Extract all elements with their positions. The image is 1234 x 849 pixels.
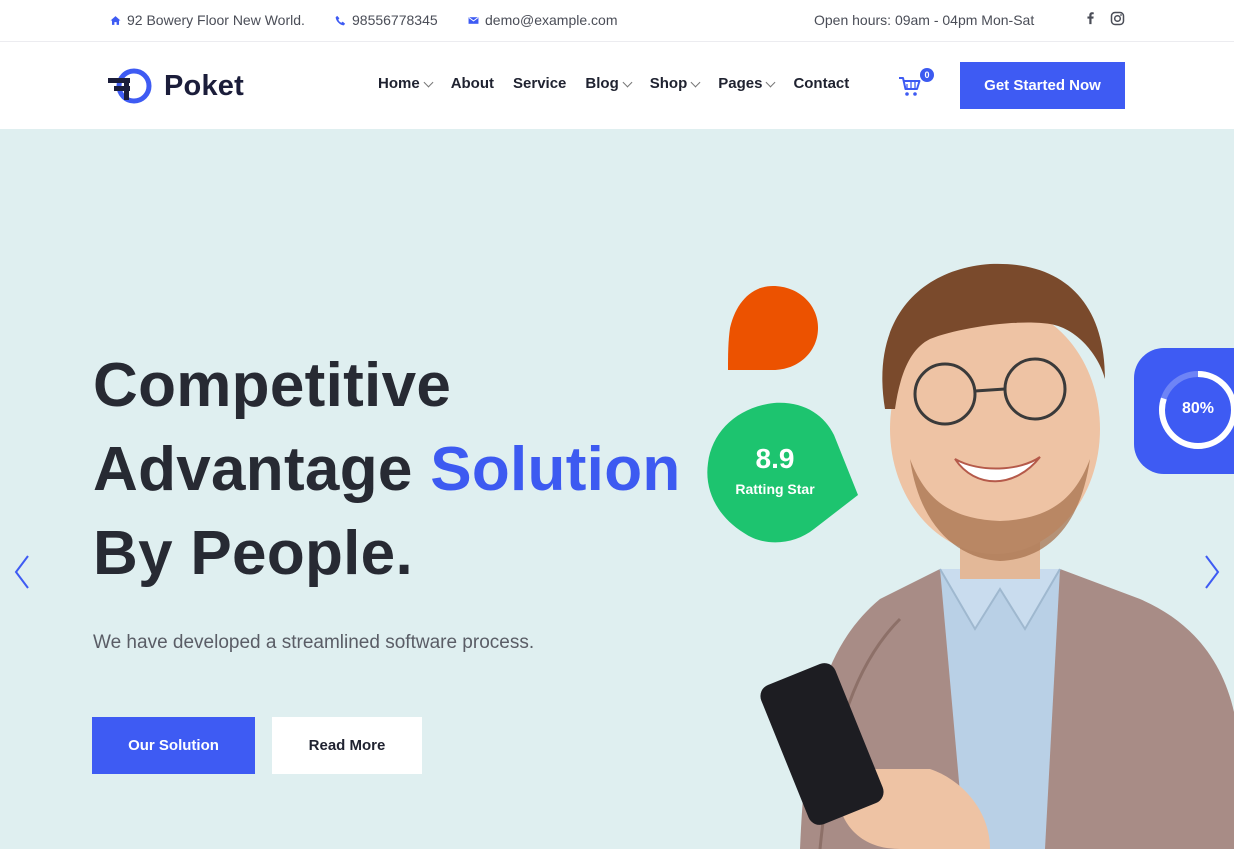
cart-icon <box>899 77 921 96</box>
logo-mark-icon <box>108 68 152 104</box>
cart-button[interactable]: 0 <box>898 68 934 100</box>
email-text[interactable]: demo@example.com <box>485 12 618 28</box>
address-item: 92 Bowery Floor New World. <box>110 12 305 28</box>
chevron-down-icon <box>423 77 434 87</box>
our-solution-button[interactable]: Our Solution <box>92 717 255 774</box>
nav-about[interactable]: About <box>451 75 494 92</box>
email-item[interactable]: demo@example.com <box>468 12 618 28</box>
read-more-button[interactable]: Read More <box>272 717 422 774</box>
get-started-button[interactable]: Get Started Now <box>960 62 1125 109</box>
opening-hours: Open hours: 09am - 04pm Mon-Sat <box>814 12 1034 28</box>
chevron-down-icon <box>690 77 701 87</box>
nav-service-label: Service <box>513 75 567 92</box>
hero-title: Competitive Advantage Solution By People… <box>93 344 681 596</box>
main-header: Poket Home About Service Blog Shop Pages… <box>0 42 1234 129</box>
home-icon <box>110 15 121 25</box>
mail-icon <box>468 16 479 24</box>
nav-pages[interactable]: Pages <box>718 75 776 92</box>
hours-text: Open hours: 09am - 04pm Mon-Sat <box>814 12 1035 28</box>
main-nav: Home About Service Blog Shop Pages Conta… <box>378 75 868 92</box>
nav-pages-label: Pages <box>718 75 763 92</box>
facebook-icon[interactable] <box>1086 11 1095 26</box>
nav-home-label: Home <box>378 75 420 92</box>
orange-blob-decoration <box>728 286 818 370</box>
rating-label: Ratting Star <box>735 481 815 497</box>
slider-prev-arrow-icon[interactable] <box>12 552 34 592</box>
nav-contact-label: Contact <box>793 75 850 92</box>
address-text: 92 Bowery Floor New World. <box>127 12 305 28</box>
phone-text[interactable]: 98556778345 <box>352 12 438 28</box>
top-info-bar: 92 Bowery Floor New World. 98556778345 d… <box>0 0 1234 42</box>
slider-next-arrow-icon[interactable] <box>1200 552 1222 592</box>
cart-count-badge: 0 <box>920 68 934 82</box>
progress-percent: 80% <box>1181 400 1215 417</box>
nav-shop-label: Shop <box>649 75 688 92</box>
hero-section: 8.9 Ratting Star 80% Competitive Advanta… <box>0 129 1234 849</box>
nav-service[interactable]: Service <box>513 75 566 92</box>
nav-home[interactable]: Home <box>378 75 434 92</box>
nav-contact[interactable]: Contact <box>793 75 849 92</box>
brand-logo[interactable]: Poket <box>108 66 244 106</box>
chevron-down-icon <box>765 77 776 87</box>
instagram-icon[interactable] <box>1110 11 1125 26</box>
hero-subtitle: We have developed a streamlined software… <box>93 632 535 653</box>
phone-icon <box>335 15 346 25</box>
nav-shop[interactable]: Shop <box>649 75 701 92</box>
hero-title-line2-prefix: Advantage <box>93 435 431 504</box>
rating-badge: 8.9 Ratting Star <box>704 401 860 545</box>
chevron-down-icon <box>622 77 633 87</box>
hero-title-line3: By People. <box>93 519 413 588</box>
nav-blog[interactable]: Blog <box>585 75 633 92</box>
progress-card: 80% <box>1134 348 1234 474</box>
nav-about-label: About <box>450 75 495 92</box>
rating-value: 8.9 <box>755 443 795 474</box>
brand-name: Poket <box>164 69 244 102</box>
nav-blog-label: Blog <box>585 75 619 92</box>
hero-title-accent: Solution <box>430 435 681 504</box>
hero-title-line1: Competitive <box>93 351 452 420</box>
phone-item[interactable]: 98556778345 <box>335 12 438 28</box>
